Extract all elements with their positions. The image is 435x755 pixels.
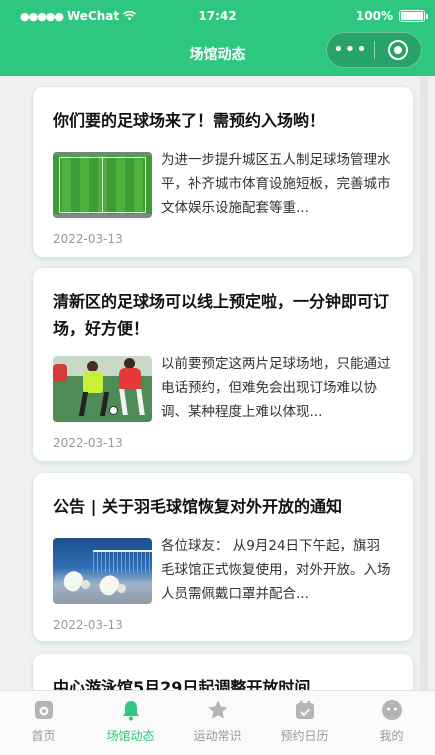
tab-label: 运动常识	[193, 729, 242, 743]
user-face-icon	[379, 697, 405, 723]
star-icon	[205, 697, 231, 723]
battery-group: 100%	[355, 9, 428, 23]
more-menu-icon[interactable]: •••	[327, 41, 374, 59]
bell-icon	[118, 697, 144, 723]
article-date: 2022-03-13	[53, 232, 123, 246]
calendar-icon	[292, 697, 318, 723]
tab-booking-calendar[interactable]: 预约日历	[261, 691, 348, 755]
battery-percent: 100%	[355, 9, 393, 23]
carrier-name: WeChat	[67, 9, 120, 23]
close-mini-program-button[interactable]	[375, 40, 421, 60]
home-icon	[31, 697, 57, 723]
tab-sports-tips[interactable]: 运动常识	[174, 691, 261, 755]
tab-label: 首页	[31, 729, 56, 743]
tab-home[interactable]: 首页	[0, 691, 87, 755]
navigation-bar: 场馆动态 •••	[0, 32, 435, 76]
article-card[interactable]: 你们要的足球场来了！需预约入场哟！ 为进一步提升城区五人制足球场管理水平，补齐城…	[33, 87, 413, 257]
article-thumbnail	[53, 152, 152, 218]
article-title: 公告 | 关于羽毛球馆恢复对外开放的通知	[53, 497, 342, 516]
article-thumbnail	[53, 538, 152, 604]
article-card[interactable]: 中心游泳馆5月29日起调整开放时间	[33, 654, 413, 690]
scrollbar[interactable]	[420, 76, 428, 690]
article-title: 你们要的足球场来了！需预约入场哟！	[53, 111, 326, 130]
article-card[interactable]: 公告 | 关于羽毛球馆恢复对外开放的通知 各位球友： 从9月24日下午起，旗羽毛…	[33, 473, 413, 641]
tab-mine[interactable]: 我的	[348, 691, 435, 755]
article-title: 清新区的足球场可以线上预定啦，一分钟即可订场，好方便！	[53, 292, 390, 338]
article-date: 2022-03-13	[53, 618, 123, 632]
bottom-tab-bar: 首页 场馆动态 运动常识 预约日历 我的	[0, 690, 435, 755]
wifi-icon	[123, 11, 137, 21]
article-thumbnail	[53, 356, 152, 422]
page-title: 场馆动态	[189, 47, 246, 63]
status-bar: ●●●●● WeChat 17:42 100%	[0, 0, 435, 32]
article-date: 2022-03-13	[53, 436, 123, 450]
tab-venue-news[interactable]: 场馆动态	[87, 691, 174, 755]
tab-label: 场馆动态	[106, 729, 155, 743]
article-summary: 为进一步提升城区五人制足球场管理水平，补齐城市体育设施短板，完善城市文体娱乐设施…	[161, 152, 391, 216]
carrier-group: ●●●●● WeChat	[20, 9, 137, 23]
article-card[interactable]: 清新区的足球场可以线上预定啦，一分钟即可订场，好方便！ 以前要预定这两片足球场地…	[33, 268, 413, 461]
battery-icon	[399, 10, 428, 22]
top-bar: ●●●●● WeChat 17:42 100% 场馆动态 •••	[0, 0, 435, 76]
tab-label: 预约日历	[280, 729, 329, 743]
article-summary: 各位球友： 从9月24日下午起，旗羽毛球馆正式恢复使用，对外开放。入场人员需佩戴…	[161, 538, 391, 602]
mini-program-capsule: •••	[326, 32, 422, 68]
tab-label: 我的	[379, 729, 404, 743]
article-title: 中心游泳馆5月29日起调整开放时间	[53, 678, 311, 690]
article-summary: 以前要预定这两片足球场地，只能通过电话预约，但难免会出现订场难以协调、某种程度上…	[161, 356, 391, 420]
article-list[interactable]: 你们要的足球场来了！需预约入场哟！ 为进一步提升城区五人制足球场管理水平，补齐城…	[0, 76, 435, 690]
close-target-icon	[387, 40, 408, 60]
signal-strength-icon: ●●●●●	[20, 9, 64, 23]
